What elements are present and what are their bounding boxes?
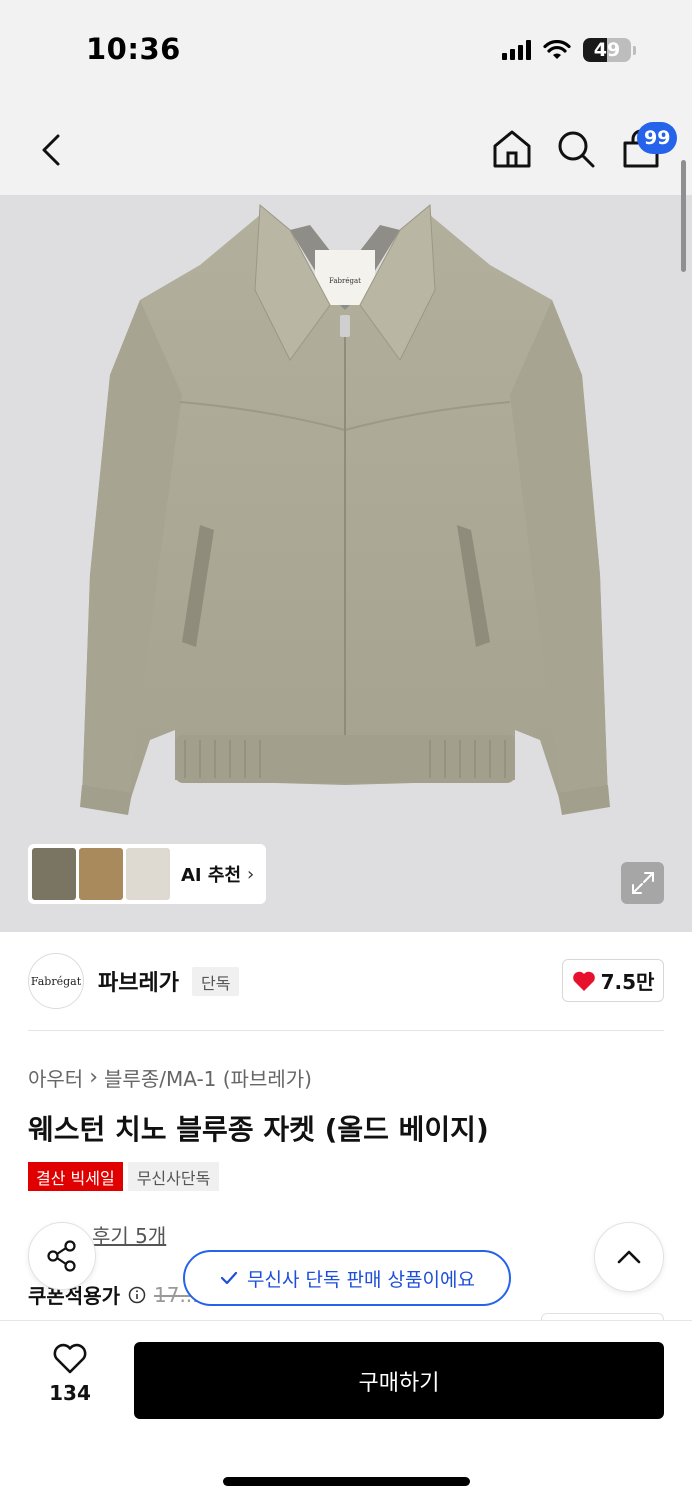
buy-button[interactable]: 구매하기 xyxy=(134,1342,664,1419)
status-time: 10:36 xyxy=(86,32,181,66)
product-photo: Fabrégat xyxy=(80,203,610,815)
chevron-right-icon: › xyxy=(247,863,255,885)
svg-text:Fabrégat: Fabrégat xyxy=(329,277,361,285)
battery-cap xyxy=(633,45,636,55)
wishlist-button[interactable]: 134 xyxy=(40,1343,100,1415)
expand-icon xyxy=(631,872,654,894)
home-icon[interactable] xyxy=(491,128,533,170)
chevron-up-icon xyxy=(617,1250,641,1264)
breadcrumb-subcategory[interactable]: 블루종/MA-1 (파브레가) xyxy=(104,1063,312,1092)
divider xyxy=(28,1030,664,1031)
share-button[interactable] xyxy=(28,1222,96,1290)
wishlist-count: 134 xyxy=(49,1381,91,1405)
review-count-link[interactable]: 후기 5개 xyxy=(92,1220,166,1249)
cellular-signal-icon xyxy=(502,40,531,60)
ai-recommend-thumbnail xyxy=(79,848,123,900)
breadcrumb: 아우터 › 블루종/MA-1 (파브레가) xyxy=(28,1063,312,1092)
toast-text: 무신사 단독 판매 상품이에요 xyxy=(247,1268,475,1291)
breadcrumb-category[interactable]: 아우터 xyxy=(28,1063,83,1092)
info-icon[interactable] xyxy=(128,1286,146,1304)
status-icons: 49 xyxy=(502,38,636,62)
battery-level: 49 xyxy=(593,39,621,61)
battery-icon: 49 xyxy=(583,38,631,62)
heart-filled-icon xyxy=(572,971,595,991)
product-image[interactable]: Fabrégat AI 추천 › xyxy=(0,195,692,932)
scroll-to-top-button[interactable] xyxy=(594,1222,664,1292)
check-icon xyxy=(220,1271,238,1285)
exclusive-toast: 무신사 단독 판매 상품이에요 xyxy=(183,1250,511,1306)
back-icon[interactable] xyxy=(32,128,72,172)
share-icon xyxy=(47,1240,76,1272)
ai-recommend-button[interactable]: AI 추천 › xyxy=(28,844,266,904)
scrollbar-thumb[interactable] xyxy=(681,160,686,272)
brand-like-count: 7.5만 xyxy=(600,970,655,994)
expand-image-button[interactable] xyxy=(621,862,664,904)
brand-logo[interactable]: Fabrégat xyxy=(28,953,84,1009)
wifi-icon xyxy=(543,40,571,59)
search-icon[interactable] xyxy=(555,128,597,170)
top-nav-bar xyxy=(0,100,692,195)
chevron-right-icon: › xyxy=(89,1065,99,1090)
ai-recommend-thumbnail xyxy=(126,848,170,900)
ai-recommend-thumbnail xyxy=(32,848,76,900)
cart-count-badge: 99 xyxy=(637,122,678,154)
product-tags: 결산 빅세일 무신사단독 xyxy=(28,1162,220,1191)
sale-tag: 결산 빅세일 xyxy=(28,1162,123,1191)
exclusive-tag: 무신사단독 xyxy=(127,1162,220,1191)
heart-outline-icon xyxy=(53,1343,87,1374)
product-title: 웨스턴 치노 블루종 자켓 (올드 베이지) xyxy=(28,1113,489,1146)
brand-like-button[interactable]: 7.5만 xyxy=(562,959,664,1002)
home-indicator xyxy=(223,1477,470,1486)
ai-recommend-label: AI 추천 xyxy=(181,865,242,886)
status-bar: 10:36 49 xyxy=(0,0,692,100)
brand-exclusive-tag: 단독 xyxy=(192,967,240,996)
brand-name[interactable]: 파브레가 xyxy=(98,965,179,997)
